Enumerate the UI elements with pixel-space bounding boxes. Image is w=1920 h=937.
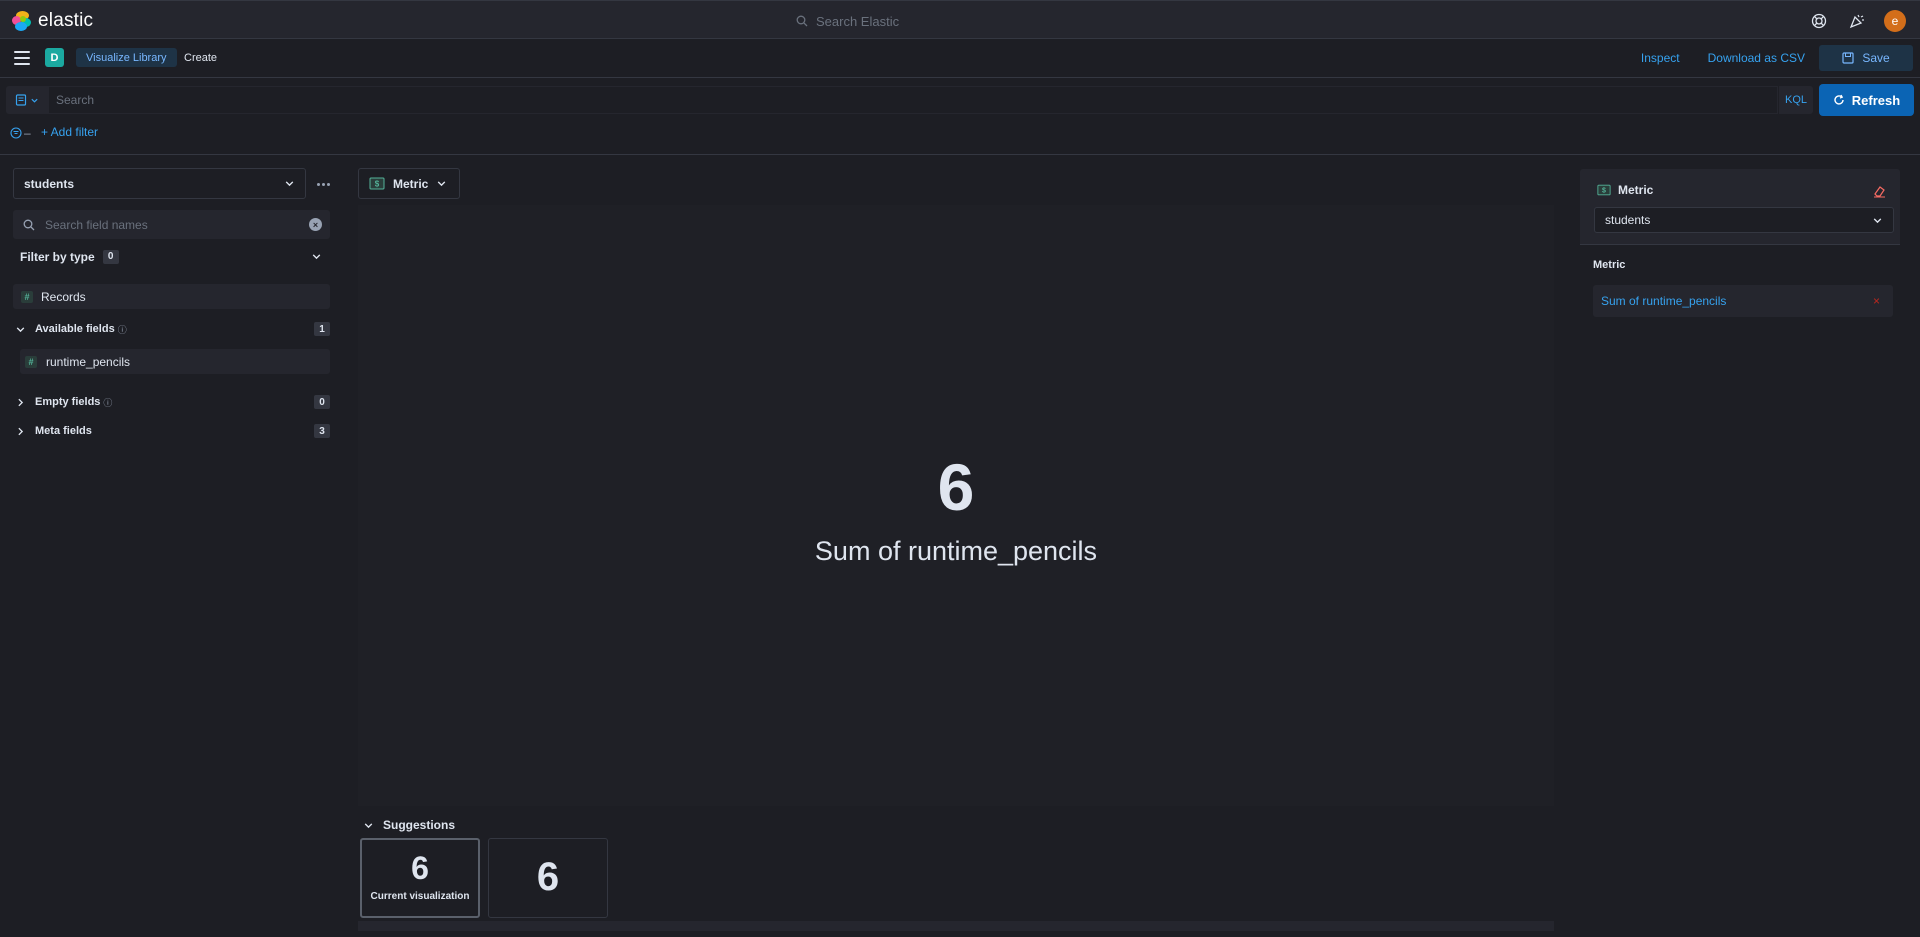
records-label: Records [41,289,86,304]
layer-data-view-select[interactable]: students [1594,207,1894,233]
visualization-type-label: Metric [393,176,429,191]
field-list-panel: students Search field names × Filter by … [0,156,340,937]
query-search-input[interactable]: Search [48,86,1778,114]
suggestion-value: 6 [411,850,429,886]
info-icon[interactable]: ⓘ [118,323,127,336]
layer-title-label: Metric [1618,183,1654,197]
inspect-link[interactable]: Inspect [1627,45,1694,71]
metric-label: Sum of runtime_pencils [814,536,1098,566]
app-navbar: D Visualize Library Create Inspect Downl… [0,39,1920,78]
field-item[interactable]: # runtime_pencils [20,349,330,374]
filter-by-type-count: 0 [102,249,119,264]
layer-header: $ Metric students [1580,169,1900,245]
meta-fields-count: 3 [314,424,330,438]
field-item-label: runtime_pencils [46,354,131,369]
elastic-logo-icon [12,11,32,31]
user-avatar[interactable]: e [1884,10,1906,32]
saved-query-picker[interactable] [6,86,48,114]
add-filter-button[interactable]: + Add filter [41,125,98,139]
elastic-logo[interactable]: elastic [12,10,93,32]
dimension-button[interactable]: Sum of runtime_pencils × [1593,285,1893,317]
filter-bar: – + Add filter [0,120,1920,155]
layer-title[interactable]: $ Metric [1597,183,1653,197]
svg-text:$: $ [1602,188,1606,195]
layer-data-view-name: students [1605,213,1651,227]
chevron-down-icon [31,98,38,103]
save-label: Save [1862,51,1890,65]
remove-icon[interactable]: × [1873,294,1880,308]
more-options-icon[interactable] [314,176,332,192]
config-panel: $ Metric students Metric Sum of runtime_… [1580,169,1900,937]
svg-text:$: $ [375,180,380,189]
filter-options-icon[interactable]: – [10,126,31,140]
meta-fields-toggle[interactable]: Meta fields 3 [13,421,330,441]
number-token-icon: # [25,355,37,368]
query-bar: Search KQL Refresh [0,82,1920,118]
data-view-select[interactable]: students [13,168,306,199]
metric-icon: $ [369,177,385,190]
empty-fields-toggle[interactable]: Empty fields ⓘ 0 [13,392,330,412]
breadcrumb-visualize-library[interactable]: Visualize Library [76,48,177,67]
eraser-icon[interactable] [1873,185,1886,198]
number-token-icon: # [21,290,33,303]
metric-icon: $ [1597,184,1611,196]
global-search-placeholder: Search Elastic [816,13,900,29]
available-fields-count: 1 [314,322,330,336]
suggestion-card[interactable]: 6 [488,838,608,918]
chevron-down-icon [13,324,27,335]
visualization-type-switcher[interactable]: $ Metric [358,168,460,199]
query-placeholder: Search [56,93,95,107]
breadcrumb-create: Create [184,51,218,64]
chevron-down-icon [285,181,294,187]
filter-by-type-button[interactable]: Filter by type 0 [13,242,330,271]
download-csv-link[interactable]: Download as CSV [1694,45,1819,71]
chevron-right-icon [13,397,27,408]
empty-fields-count: 0 [314,395,330,409]
dimension-label: Sum of runtime_pencils [1601,294,1727,308]
save-icon [1842,52,1854,64]
save-button[interactable]: Save [1819,45,1913,71]
refresh-icon [1834,94,1844,105]
clear-icon[interactable]: × [309,218,322,231]
refresh-button[interactable]: Refresh [1819,84,1914,116]
chevron-down-icon [364,822,373,828]
chevron-down-icon [312,254,321,260]
records-field[interactable]: # Records [13,284,330,309]
search-icon [23,219,35,230]
global-search-input[interactable]: Search Elastic [796,11,1126,31]
visualization-workspace[interactable]: 6 Sum of runtime_pencils [358,205,1554,806]
info-icon[interactable]: ⓘ [103,396,112,409]
logo-text: elastic [38,10,94,31]
search-icon [796,15,808,27]
help-icon[interactable] [1808,10,1830,32]
saved-query-icon [15,94,27,106]
suggestion-current[interactable]: 6 Current visualization [360,838,480,918]
suggestion-value: 6 [536,855,560,899]
metric-value: 6 [937,450,975,524]
meta-fields-label: Meta fields [35,425,92,437]
field-search-input[interactable]: Search field names × [13,210,330,239]
workspace-scrollbar[interactable] [358,921,1554,931]
available-fields-label: Available fields [35,323,115,335]
suggestions-toggle[interactable]: Suggestions [363,818,455,832]
query-language-toggle[interactable]: KQL [1779,86,1813,114]
menu-icon[interactable] [14,51,30,65]
empty-fields-label: Empty fields [35,396,101,408]
chevron-down-icon [438,181,446,187]
field-search-placeholder: Search field names [45,217,148,232]
available-fields-toggle[interactable]: Available fields ⓘ 1 [13,319,330,339]
chevron-down-icon [1873,217,1882,223]
metric-section-label: Metric [1593,259,1626,271]
data-view-name: students [24,176,75,191]
suggestions-label: Suggestions [383,818,456,832]
refresh-label: Refresh [1851,92,1901,108]
news-icon[interactable] [1846,10,1868,32]
filter-by-type-label: Filter by type [20,249,95,264]
suggestion-caption: Current visualization [370,891,470,902]
global-header: elastic Search Elastic e [0,0,1920,39]
chevron-right-icon [13,426,27,437]
space-avatar[interactable]: D [45,48,64,67]
